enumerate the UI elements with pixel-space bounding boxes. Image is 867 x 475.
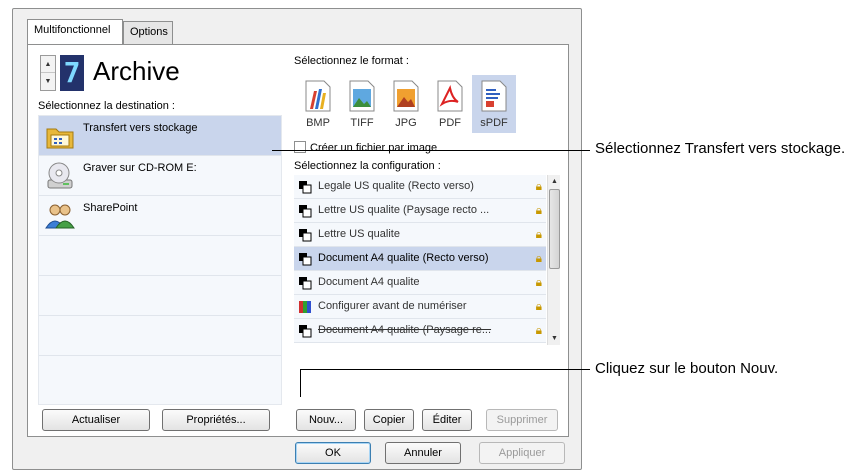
destination-spinner[interactable]: ▲ ▼ [40,55,56,91]
format-tiff[interactable]: TIFF [340,75,384,133]
config-item-label: Configurer avant de numériser [318,300,467,312]
config-item-label: Lettre US qualite (Paysage recto ... [318,204,490,216]
per-image-option[interactable]: Créer un fichier par image [294,141,437,154]
destination-item-cd[interactable]: Graver sur CD-ROM E: [39,156,281,196]
callout-line-new-vertical [300,369,301,397]
format-name: PDF [439,117,461,129]
tab-options[interactable]: Options [123,21,173,44]
configuration-list: Legale US qualite (Recto verso) 🔒︎ Lettr… [294,175,560,345]
format-name: BMP [306,117,330,129]
destination-label: Sélectionnez la destination : [38,100,175,112]
folder-storage-icon [45,121,75,151]
lock-icon: 🔒︎ [535,179,542,193]
tab-panel: ▲ ▼ 7 Archive Sélectionnez la destinatio… [27,44,569,437]
scanner-config-icon [298,252,312,266]
callout-select-transfer: Sélectionnez Transfert vers stockage. [595,140,846,157]
scroll-up-icon[interactable]: ▲ [548,175,560,188]
sharepoint-icon [45,201,75,231]
tiff-format-icon [346,79,378,113]
config-item[interactable]: Document A4 qualite (Paysage re... 🔒︎ [294,319,546,343]
delete-button[interactable]: Supprimer [486,409,558,431]
destination-empty-row [39,276,281,316]
config-item-label: Lettre US qualite [318,228,400,240]
format-pdf[interactable]: PDF [428,75,472,133]
config-item[interactable]: Configurer avant de numériser 🔒︎ [294,295,546,319]
format-name: JPG [395,117,417,129]
bmp-format-icon [302,79,334,113]
format-name: sPDF [480,117,508,129]
refresh-button[interactable]: Actualiser [42,409,150,431]
button-number-display: 7 [60,55,84,91]
destination-item-label: SharePoint [83,202,138,214]
scroll-down-icon[interactable]: ▼ [548,332,560,345]
new-button[interactable]: Nouv... [296,409,356,431]
apply-button[interactable]: Appliquer [479,442,565,464]
destination-empty-row [39,316,281,356]
configuration-label: Sélectionnez la configuration : [294,160,441,172]
config-item-label: Document A4 qualite (Recto verso) [318,252,489,264]
lock-icon: 🔒︎ [535,323,542,337]
callout-line-transfer [272,150,590,151]
config-item-label: Document A4 qualite (Paysage re... [318,324,492,336]
destination-list: Transfert vers stockage Graver sur CD-RO… [38,115,282,405]
format-spdf[interactable]: sPDF [472,75,516,133]
one-touch-properties-dialog: Multifonctionnel Options ▲ ▼ 7 Archive S… [12,8,582,470]
copy-button[interactable]: Copier [364,409,414,431]
destination-title: Archive [93,56,180,86]
config-item[interactable]: Legale US qualite (Recto verso) 🔒︎ [294,175,546,199]
destination-item-sharepoint[interactable]: SharePoint [39,196,281,236]
tab-multifonctionnel[interactable]: Multifonctionnel [27,19,123,44]
pdf-format-icon [434,79,466,113]
per-image-checkbox[interactable] [294,141,306,153]
jpg-format-icon [390,79,422,113]
destination-item-transfert[interactable]: Transfert vers stockage [39,116,281,156]
callout-click-new: Cliquez sur le bouton Nouv. [595,360,779,377]
lock-icon: 🔒︎ [535,299,542,313]
config-item[interactable]: Document A4 qualite 🔒︎ [294,271,546,295]
config-item-label: Legale US qualite (Recto verso) [318,180,474,192]
configuration-scrollbar[interactable]: ▲ ▼ [547,175,560,345]
config-item-selected[interactable]: Document A4 qualite (Recto verso) 🔒︎ [294,247,546,271]
destination-item-label: Transfert vers stockage [83,122,198,134]
lock-icon: 🔒︎ [535,275,542,289]
callout-line-new [300,369,590,370]
spinner-up-icon[interactable]: ▲ [41,56,55,73]
edit-button[interactable]: Éditer [422,409,472,431]
scanner-config-icon [298,204,312,218]
config-item[interactable]: Lettre US qualite 🔒︎ [294,223,546,247]
properties-button[interactable]: Propriétés... [162,409,270,431]
format-jpg[interactable]: JPG [384,75,428,133]
spinner-down-icon[interactable]: ▼ [41,73,55,90]
config-item[interactable]: Lettre US qualite (Paysage recto ... 🔒︎ [294,199,546,223]
config-item-label: Document A4 qualite [318,276,420,288]
scanner-config-icon [298,228,312,242]
cancel-button[interactable]: Annuler [385,442,461,464]
format-name: TIFF [350,117,374,129]
ok-button[interactable]: OK [295,442,371,464]
scanner-config-icon [298,180,312,194]
format-label: Sélectionnez le format : [294,55,409,67]
cd-drive-icon [45,161,75,191]
destination-item-label: Graver sur CD-ROM E: [83,162,197,174]
scanner-config-icon [298,276,312,290]
color-palette-icon [298,300,312,314]
lock-icon: 🔒︎ [535,203,542,217]
lock-icon: 🔒︎ [535,227,542,241]
scroll-thumb[interactable] [549,189,560,269]
per-image-label: Créer un fichier par image [310,142,438,154]
format-bmp[interactable]: BMP [296,75,340,133]
spdf-format-icon [478,79,510,113]
destination-empty-row [39,356,281,396]
destination-empty-row [39,236,281,276]
scanner-config-icon [298,324,312,338]
lock-icon: 🔒︎ [535,251,542,265]
